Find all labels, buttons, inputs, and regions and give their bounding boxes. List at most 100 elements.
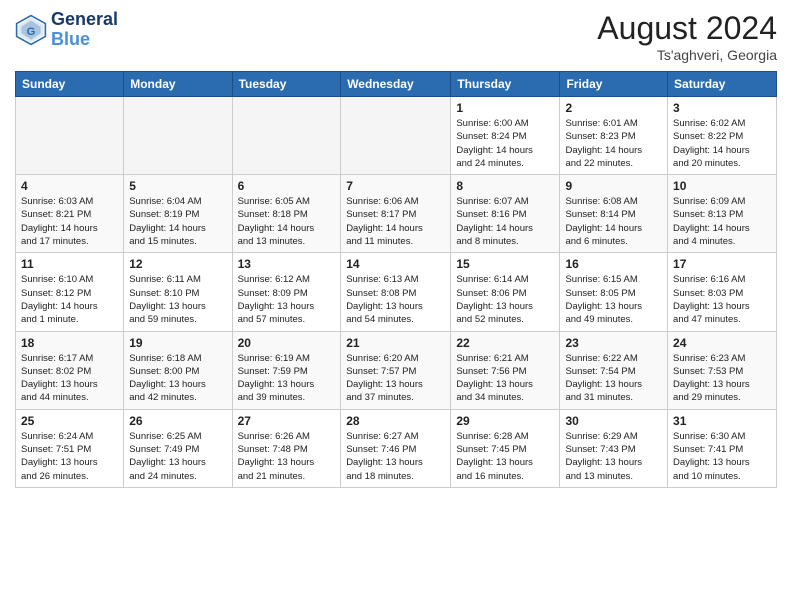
page: G General Blue August 2024 Ts'aghveri, G…: [0, 0, 792, 612]
calendar: SundayMondayTuesdayWednesdayThursdayFrid…: [15, 71, 777, 488]
day-number: 28: [346, 414, 445, 428]
location: Ts'aghveri, Georgia: [597, 47, 777, 63]
day-info: Sunrise: 6:26 AM Sunset: 7:48 PM Dayligh…: [238, 430, 336, 483]
calendar-cell: 29 Sunrise: 6:28 AM Sunset: 7:45 PM Dayli…: [451, 409, 560, 487]
day-number: 15: [456, 257, 554, 271]
day-number: 26: [129, 414, 226, 428]
calendar-week-4: 18Sunrise: 6:17 AM Sunset: 8:02 PM Dayli…: [16, 331, 777, 409]
day-number: 9: [565, 179, 662, 193]
day-info: Sunrise: 6:24 AM Sunset: 7:51 PM Dayligh…: [21, 430, 118, 483]
day-number: 2: [565, 101, 662, 115]
day-number: 5: [129, 179, 226, 193]
day-number: 4: [21, 179, 118, 193]
day-info: Sunrise: 6:18 AM Sunset: 8:00 PM Dayligh…: [129, 352, 226, 405]
calendar-cell: 13Sunrise: 6:12 AM Sunset: 8:09 PM Dayli…: [232, 253, 341, 331]
header: G General Blue August 2024 Ts'aghveri, G…: [15, 10, 777, 63]
day-number: 19: [129, 336, 226, 350]
day-info: Sunrise: 6:14 AM Sunset: 8:06 PM Dayligh…: [456, 273, 554, 326]
logo-icon: G: [15, 14, 47, 46]
day-number: 29: [456, 414, 554, 428]
day-info: Sunrise: 6:06 AM Sunset: 8:17 PM Dayligh…: [346, 195, 445, 248]
calendar-cell: 23 Sunrise: 6:22 AM Sunset: 7:54 PM Dayli…: [560, 331, 668, 409]
calendar-cell: 20Sunrise: 6:19 AM Sunset: 7:59 PM Dayli…: [232, 331, 341, 409]
day-number: 3: [673, 101, 771, 115]
day-info: Sunrise: 6:11 AM Sunset: 8:10 PM Dayligh…: [129, 273, 226, 326]
day-number: 7: [346, 179, 445, 193]
day-info: Sunrise: 6:25 AM Sunset: 7:49 PM Dayligh…: [129, 430, 226, 483]
day-number: 27: [238, 414, 336, 428]
calendar-cell: 15 Sunrise: 6:14 AM Sunset: 8:06 PM Dayli…: [451, 253, 560, 331]
calendar-cell: 2 Sunrise: 6:01 AM Sunset: 8:23 PM Daylig…: [560, 97, 668, 175]
calendar-cell: 12 Sunrise: 6:11 AM Sunset: 8:10 PM Dayli…: [124, 253, 232, 331]
calendar-cell: [124, 97, 232, 175]
calendar-cell: 9 Sunrise: 6:08 AM Sunset: 8:14 PM Daylig…: [560, 175, 668, 253]
calendar-cell: 8 Sunrise: 6:07 AM Sunset: 8:16 PM Daylig…: [451, 175, 560, 253]
calendar-cell: 18Sunrise: 6:17 AM Sunset: 8:02 PM Dayli…: [16, 331, 124, 409]
calendar-header-saturday: Saturday: [668, 72, 777, 97]
calendar-header-thursday: Thursday: [451, 72, 560, 97]
day-number: 18: [21, 336, 118, 350]
calendar-header-tuesday: Tuesday: [232, 72, 341, 97]
day-info: Sunrise: 6:29 AM Sunset: 7:43 PM Dayligh…: [565, 430, 662, 483]
day-number: 12: [129, 257, 226, 271]
calendar-cell: 17 Sunrise: 6:16 AM Sunset: 8:03 PM Dayli…: [668, 253, 777, 331]
day-info: Sunrise: 6:04 AM Sunset: 8:19 PM Dayligh…: [129, 195, 226, 248]
day-number: 31: [673, 414, 771, 428]
day-number: 11: [21, 257, 118, 271]
day-info: Sunrise: 6:09 AM Sunset: 8:13 PM Dayligh…: [673, 195, 771, 248]
day-info: Sunrise: 6:21 AM Sunset: 7:56 PM Dayligh…: [456, 352, 554, 405]
day-info: Sunrise: 6:27 AM Sunset: 7:46 PM Dayligh…: [346, 430, 445, 483]
day-number: 25: [21, 414, 118, 428]
day-number: 20: [238, 336, 336, 350]
calendar-week-1: 1Sunrise: 6:00 AM Sunset: 8:24 PM Daylig…: [16, 97, 777, 175]
calendar-cell: 6 Sunrise: 6:05 AM Sunset: 8:18 PM Daylig…: [232, 175, 341, 253]
day-number: 21: [346, 336, 445, 350]
calendar-week-5: 25 Sunrise: 6:24 AM Sunset: 7:51 PM Dayli…: [16, 409, 777, 487]
calendar-cell: 11 Sunrise: 6:10 AM Sunset: 8:12 PM Dayli…: [16, 253, 124, 331]
calendar-cell: 19 Sunrise: 6:18 AM Sunset: 8:00 PM Dayli…: [124, 331, 232, 409]
calendar-cell: 31 Sunrise: 6:30 AM Sunset: 7:41 PM Dayli…: [668, 409, 777, 487]
day-number: 17: [673, 257, 771, 271]
day-number: 22: [456, 336, 554, 350]
day-info: Sunrise: 6:01 AM Sunset: 8:23 PM Dayligh…: [565, 117, 662, 170]
day-number: 24: [673, 336, 771, 350]
calendar-cell: 10 Sunrise: 6:09 AM Sunset: 8:13 PM Dayli…: [668, 175, 777, 253]
day-info: Sunrise: 6:08 AM Sunset: 8:14 PM Dayligh…: [565, 195, 662, 248]
day-info: Sunrise: 6:28 AM Sunset: 7:45 PM Dayligh…: [456, 430, 554, 483]
calendar-cell: 30 Sunrise: 6:29 AM Sunset: 7:43 PM Dayli…: [560, 409, 668, 487]
calendar-header-monday: Monday: [124, 72, 232, 97]
calendar-cell: 1Sunrise: 6:00 AM Sunset: 8:24 PM Daylig…: [451, 97, 560, 175]
calendar-cell: 7 Sunrise: 6:06 AM Sunset: 8:17 PM Daylig…: [341, 175, 451, 253]
day-number: 14: [346, 257, 445, 271]
day-info: Sunrise: 6:02 AM Sunset: 8:22 PM Dayligh…: [673, 117, 771, 170]
calendar-cell: 27 Sunrise: 6:26 AM Sunset: 7:48 PM Dayli…: [232, 409, 341, 487]
calendar-header-row: SundayMondayTuesdayWednesdayThursdayFrid…: [16, 72, 777, 97]
month-year: August 2024: [597, 10, 777, 47]
calendar-cell: 14Sunrise: 6:13 AM Sunset: 8:08 PM Dayli…: [341, 253, 451, 331]
day-number: 6: [238, 179, 336, 193]
calendar-cell: [16, 97, 124, 175]
day-info: Sunrise: 6:05 AM Sunset: 8:18 PM Dayligh…: [238, 195, 336, 248]
calendar-cell: 21Sunrise: 6:20 AM Sunset: 7:57 PM Dayli…: [341, 331, 451, 409]
day-info: Sunrise: 6:07 AM Sunset: 8:16 PM Dayligh…: [456, 195, 554, 248]
day-number: 10: [673, 179, 771, 193]
day-info: Sunrise: 6:00 AM Sunset: 8:24 PM Dayligh…: [456, 117, 554, 170]
day-info: Sunrise: 6:16 AM Sunset: 8:03 PM Dayligh…: [673, 273, 771, 326]
day-number: 30: [565, 414, 662, 428]
calendar-cell: 5 Sunrise: 6:04 AM Sunset: 8:19 PM Daylig…: [124, 175, 232, 253]
day-number: 16: [565, 257, 662, 271]
day-info: Sunrise: 6:22 AM Sunset: 7:54 PM Dayligh…: [565, 352, 662, 405]
calendar-cell: 26 Sunrise: 6:25 AM Sunset: 7:49 PM Dayli…: [124, 409, 232, 487]
calendar-header-sunday: Sunday: [16, 72, 124, 97]
day-number: 8: [456, 179, 554, 193]
title-block: August 2024 Ts'aghveri, Georgia: [597, 10, 777, 63]
day-number: 23: [565, 336, 662, 350]
day-number: 13: [238, 257, 336, 271]
calendar-week-2: 4Sunrise: 6:03 AM Sunset: 8:21 PM Daylig…: [16, 175, 777, 253]
calendar-cell: [341, 97, 451, 175]
calendar-header-wednesday: Wednesday: [341, 72, 451, 97]
calendar-week-3: 11 Sunrise: 6:10 AM Sunset: 8:12 PM Dayli…: [16, 253, 777, 331]
day-info: Sunrise: 6:30 AM Sunset: 7:41 PM Dayligh…: [673, 430, 771, 483]
calendar-cell: 4Sunrise: 6:03 AM Sunset: 8:21 PM Daylig…: [16, 175, 124, 253]
day-info: Sunrise: 6:10 AM Sunset: 8:12 PM Dayligh…: [21, 273, 118, 326]
